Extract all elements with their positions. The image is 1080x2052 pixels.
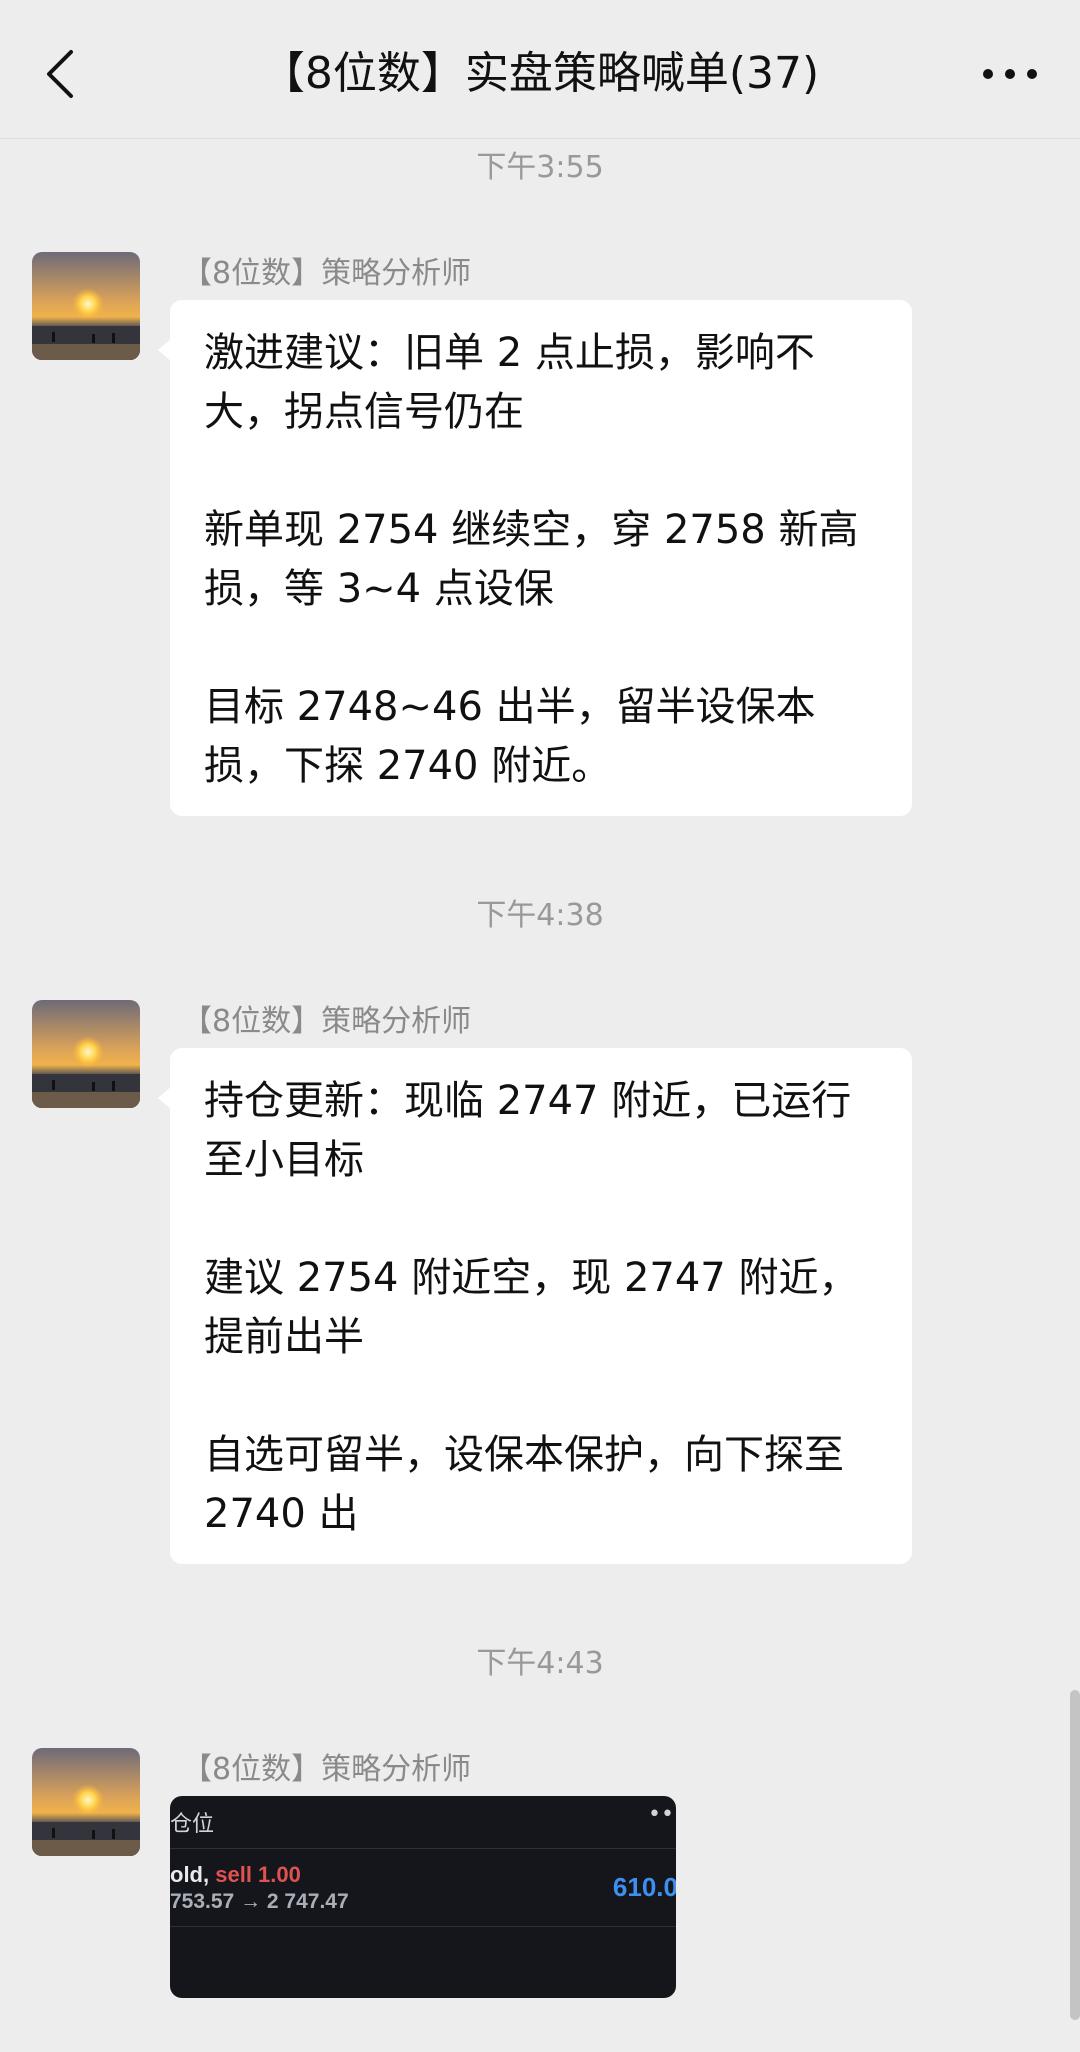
image-price-line: 753.57 → 2 747.47 bbox=[170, 1890, 349, 1913]
chat-title: 【8位数】实盘策略喊单(37) bbox=[260, 48, 820, 99]
message-paragraph: 持仓更新：现临 2747 附近，已运行至小目标 bbox=[204, 1078, 852, 1183]
chat-screen: 【8位数】实盘策略喊单(37) 下午3:55 【8位数】策略分析师 激进建议：旧… bbox=[0, 0, 1080, 2052]
image-message[interactable]: 仓位 •• old, sell 1.00 753.57 → 2 747.47 6… bbox=[170, 1796, 676, 1998]
avatar[interactable] bbox=[32, 1000, 140, 1108]
message-bubble[interactable]: 持仓更新：现临 2747 附近，已运行至小目标 建议 2754 附近空，现 27… bbox=[158, 1048, 912, 1564]
sunset-avatar-image bbox=[32, 252, 140, 360]
divider bbox=[170, 1926, 676, 1927]
back-button[interactable] bbox=[30, 38, 90, 110]
message-paragraph: 激进建议：旧单 2 点止损，影响不大，拐点信号仍在 bbox=[204, 330, 815, 435]
timestamp: 下午3:55 bbox=[476, 150, 604, 185]
scrollbar[interactable] bbox=[1070, 1690, 1080, 2020]
image-header-bar: 仓位 •• bbox=[170, 1796, 676, 1849]
sender-name: 【8位数】策略分析师 bbox=[182, 1752, 472, 1787]
message-paragraph: 新单现 2754 继续空，穿 2758 新高损，等 3~4 点设保 bbox=[204, 507, 859, 612]
sender-name: 【8位数】策略分析师 bbox=[182, 256, 472, 291]
image-position-label: 仓位 bbox=[170, 1811, 215, 1836]
more-horizontal-icon bbox=[983, 69, 1037, 79]
more-button[interactable] bbox=[970, 44, 1050, 104]
message-paragraph: 目标 2748~46 出半，留半设保本损，下探 2740 附近。 bbox=[204, 684, 816, 789]
message-paragraph: 自选可留半，设保本保护，向下探至 2740 出 bbox=[204, 1432, 844, 1537]
chevron-left-icon bbox=[47, 50, 73, 98]
message-bubble[interactable]: 激进建议：旧单 2 点止损，影响不大，拐点信号仍在 新单现 2754 继续空，穿… bbox=[158, 300, 912, 816]
image-side: sell 1.00 bbox=[215, 1862, 301, 1887]
sunset-avatar-image bbox=[32, 1748, 140, 1856]
avatar[interactable] bbox=[32, 1748, 140, 1856]
sender-name: 【8位数】策略分析师 bbox=[182, 1004, 472, 1039]
chat-header: 【8位数】实盘策略喊单(37) bbox=[0, 0, 1080, 139]
timestamp: 下午4:38 bbox=[476, 898, 604, 933]
image-symbol: old, bbox=[170, 1862, 210, 1887]
message-paragraph: 建议 2754 附近空，现 2747 附近，提前出半 bbox=[204, 1255, 859, 1360]
more-icon: •• bbox=[648, 1802, 674, 1827]
image-profit: 610.0 bbox=[612, 1872, 676, 1902]
avatar[interactable] bbox=[32, 252, 140, 360]
timestamp: 下午4:43 bbox=[476, 1646, 604, 1681]
image-order-line: old, sell 1.00 bbox=[170, 1862, 301, 1888]
sunset-avatar-image bbox=[32, 1000, 140, 1108]
